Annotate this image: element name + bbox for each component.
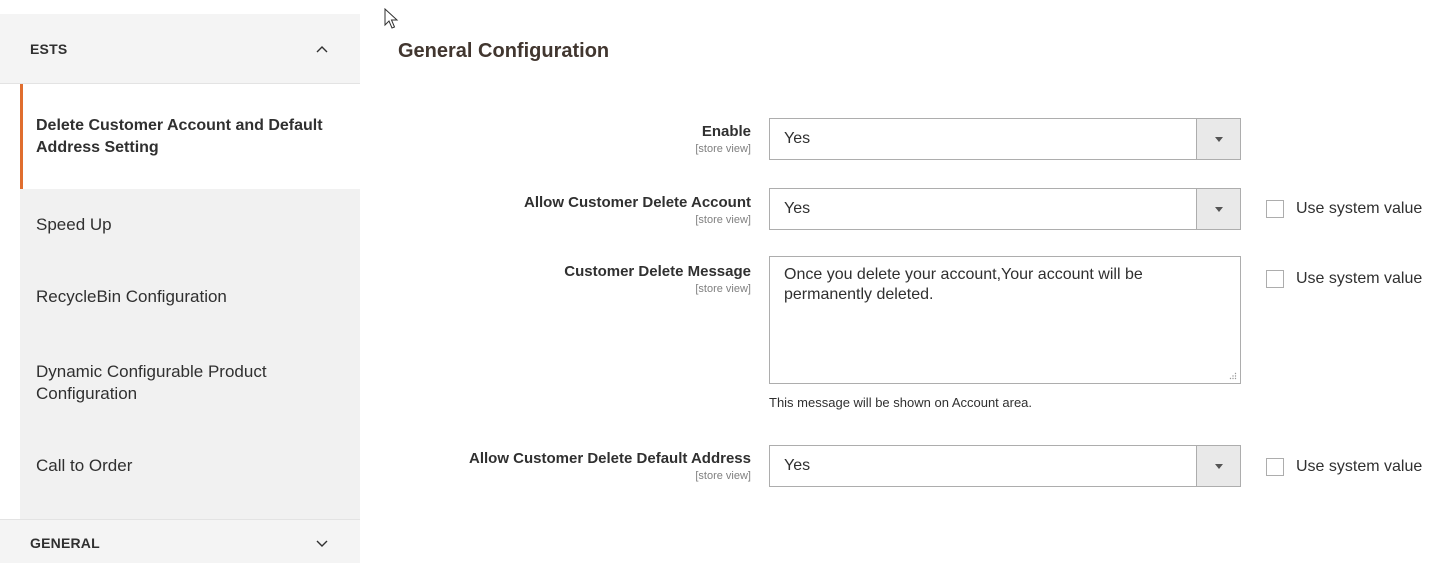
nav-item-label: Call to Order <box>36 456 133 475</box>
nav-item-delete-customer-account[interactable]: Delete Customer Account and Default Addr… <box>20 84 360 189</box>
use-system-value-checkbox-delete-account[interactable]: Use system value <box>1266 200 1422 218</box>
checkbox[interactable] <box>1266 270 1284 288</box>
nav-item-speed-up[interactable]: Speed Up <box>20 189 360 261</box>
section-title-general: GENERAL <box>30 534 100 551</box>
section-title-ests: ESTS <box>30 40 68 57</box>
select-value: Yes <box>784 200 811 217</box>
nav-item-dynamic-configurable-product[interactable]: Dynamic Configurable Product Configurati… <box>20 343 360 423</box>
use-system-value-checkbox-default-address[interactable]: Use system value <box>1266 458 1422 476</box>
mouse-cursor-icon <box>384 8 399 29</box>
allow-delete-default-address-select[interactable]: Yes <box>769 445 1241 487</box>
field-scope: [store view] <box>695 283 751 295</box>
field-scope: [store view] <box>695 214 751 226</box>
dropdown-arrow-icon <box>1196 446 1240 486</box>
section-nav-list: Delete Customer Account and Default Addr… <box>20 84 360 519</box>
checkbox-label: Use system value <box>1296 270 1423 287</box>
checkbox[interactable] <box>1266 458 1284 476</box>
field-note: This message will be shown on Account ar… <box>769 395 1033 410</box>
field-label-enable: Enable [store view] <box>695 122 751 156</box>
field-label-allow-delete-account: Allow Customer Delete Account [store vie… <box>524 193 751 227</box>
nav-item-call-to-order[interactable]: Call to Order <box>20 430 360 502</box>
chevron-down-icon <box>316 540 328 547</box>
field-label-allow-delete-default-address: Allow Customer Delete Default Address [s… <box>469 449 751 483</box>
nav-item-label: Dynamic Configurable Product Configurati… <box>36 362 267 403</box>
enable-select[interactable]: Yes <box>769 118 1241 160</box>
chevron-up-icon <box>316 45 328 52</box>
field-scope: [store view] <box>695 143 751 155</box>
nav-item-label: RecycleBin Configuration <box>36 287 227 306</box>
delete-message-textarea[interactable]: Once you delete your account,Your accoun… <box>769 256 1241 384</box>
field-label-text: Allow Customer Delete Default Address <box>468 450 751 467</box>
section-header-general[interactable]: GENERAL <box>0 519 360 563</box>
field-label-delete-message: Customer Delete Message [store view] <box>564 262 751 296</box>
textarea-value: Once you delete your account,Your accoun… <box>784 266 1143 303</box>
field-scope: [store view] <box>695 470 751 482</box>
field-label-text: Customer Delete Message <box>564 263 751 280</box>
nav-item-recyclebin-configuration[interactable]: RecycleBin Configuration <box>20 261 360 333</box>
allow-delete-account-select[interactable]: Yes <box>769 188 1241 230</box>
resize-handle-icon[interactable] <box>1229 372 1237 380</box>
nav-item-label: Delete Customer Account and Default Addr… <box>36 116 323 156</box>
field-label-text: Enable <box>701 123 751 140</box>
sidebar: ESTS Delete Customer Account and Default… <box>0 0 360 563</box>
select-value: Yes <box>784 130 811 147</box>
nav-item-label: Speed Up <box>36 215 112 234</box>
select-value: Yes <box>784 457 811 474</box>
dropdown-arrow-icon <box>1196 189 1240 229</box>
dropdown-arrow-icon <box>1196 119 1240 159</box>
checkbox-label: Use system value <box>1296 458 1423 475</box>
checkbox[interactable] <box>1266 200 1284 218</box>
use-system-value-checkbox-delete-message[interactable]: Use system value <box>1266 270 1422 288</box>
field-label-text: Allow Customer Delete Account <box>524 194 751 211</box>
checkbox-label: Use system value <box>1296 200 1423 217</box>
page-title: General Configuration <box>398 40 610 62</box>
section-header-ests[interactable]: ESTS <box>0 14 360 84</box>
